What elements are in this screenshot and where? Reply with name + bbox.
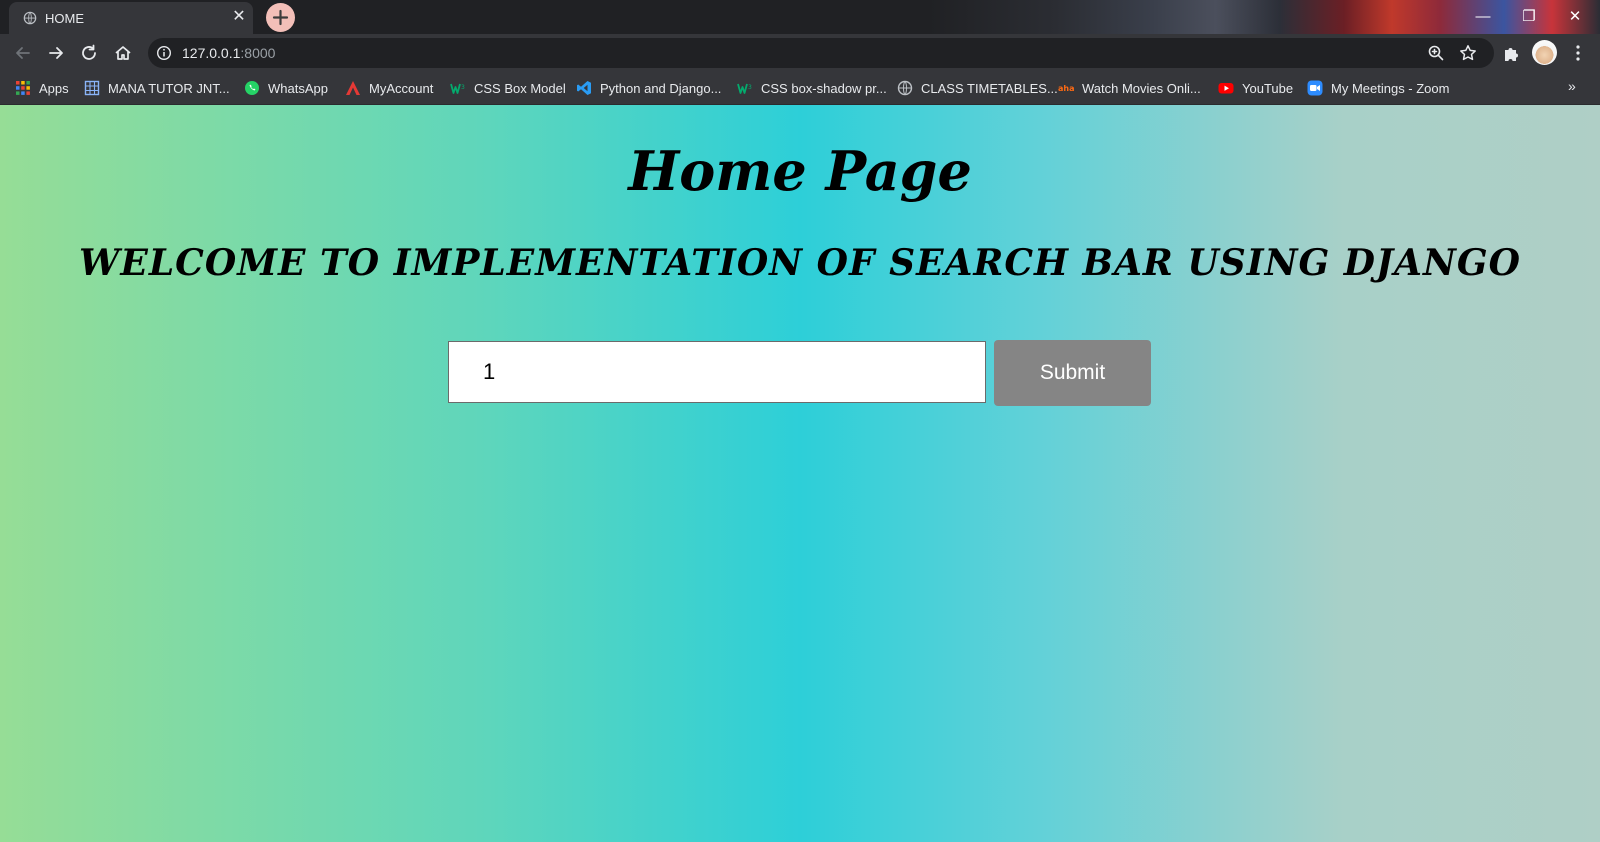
myaccount-icon: [346, 81, 360, 95]
browser-toolbar: 127.0.0.1:8000: [0, 34, 1600, 72]
whatsapp-icon: [245, 81, 259, 95]
avatar[interactable]: [1532, 40, 1557, 65]
info-icon[interactable]: [156, 45, 172, 61]
back-arrow-icon[interactable]: [12, 42, 34, 64]
bookmark-label: YouTube: [1242, 80, 1294, 96]
bookmark-label: Python and Django...: [600, 80, 722, 96]
menu-icon[interactable]: [1567, 42, 1589, 64]
forward-arrow-icon[interactable]: [45, 42, 67, 64]
apps-grid-icon: [16, 81, 30, 95]
url-host: 127.0.0.1: [182, 45, 241, 61]
more-bookmarks-button[interactable]: »: [1568, 78, 1576, 94]
bookmark-label: CLASS TIMETABLES...: [921, 80, 1058, 96]
url-text: 127.0.0.1:8000: [182, 45, 275, 61]
bookmark-label: My Meetings - Zoom: [1331, 80, 1450, 96]
page-body: Home Page WELCOME TO IMPLEMENTATION OF S…: [0, 105, 1600, 842]
aha-icon: aha: [1058, 84, 1074, 93]
home-icon[interactable]: [112, 42, 134, 64]
browser-titlebar: HOME ✕ — ❐ ✕: [0, 0, 1600, 34]
bookmark-class-timetables[interactable]: CLASS TIMETABLES...: [897, 79, 1058, 97]
bookmark-label: CSS box-shadow pr...: [761, 80, 887, 96]
reload-icon[interactable]: [78, 42, 100, 64]
bookmark-myaccount[interactable]: MyAccount: [345, 79, 433, 97]
bookmark-label: MANA TUTOR JNT...: [108, 80, 230, 96]
svg-text:3: 3: [748, 84, 752, 91]
extensions-icon[interactable]: [1500, 42, 1522, 64]
bookmark-youtube[interactable]: YouTube: [1218, 79, 1293, 97]
w3schools-icon: 3: [737, 83, 752, 94]
address-bar[interactable]: 127.0.0.1:8000: [148, 38, 1494, 68]
url-port: :8000: [240, 45, 276, 61]
bookmark-label: WhatsApp: [268, 80, 328, 96]
page-title: Home Page: [628, 139, 972, 203]
bookmark-css-box-shadow[interactable]: 3 CSS box-shadow pr...: [737, 79, 887, 97]
svg-text:3: 3: [461, 84, 465, 91]
submit-button[interactable]: Submit: [994, 340, 1151, 406]
restore-button[interactable]: ❐: [1506, 4, 1552, 30]
bookmark-label: Watch Movies Onli...: [1082, 80, 1201, 96]
globe-icon: [897, 80, 913, 96]
bookmark-whatsapp[interactable]: WhatsApp: [244, 79, 328, 97]
star-icon[interactable]: [1458, 43, 1478, 63]
plus-icon: [272, 9, 289, 26]
globe-icon: [23, 11, 37, 25]
bookmarks-bar: Apps MANA TUTOR JNT... WhatsApp MyAccoun…: [0, 72, 1600, 105]
bookmark-label: Apps: [39, 80, 69, 96]
w3schools-icon: 3: [450, 83, 465, 94]
browser-tab[interactable]: HOME ✕: [9, 2, 253, 34]
search-input[interactable]: [448, 341, 986, 403]
youtube-icon: [1218, 83, 1234, 94]
minimize-button[interactable]: —: [1460, 4, 1506, 30]
bookmark-python-django[interactable]: Python and Django...: [576, 79, 721, 97]
close-icon[interactable]: ✕: [231, 9, 247, 25]
zoom-icon: [1307, 80, 1323, 96]
bookmark-label: CSS Box Model: [474, 80, 566, 96]
window-close-button[interactable]: ✕: [1552, 4, 1598, 30]
welcome-heading: WELCOME TO IMPLEMENTATION OF SEARCH BAR …: [79, 242, 1521, 284]
zoom-icon[interactable]: [1426, 43, 1446, 63]
svg-text:aha: aha: [1058, 84, 1074, 93]
new-tab-button[interactable]: [266, 3, 295, 32]
bookmark-css-box-model[interactable]: 3 CSS Box Model: [450, 79, 566, 97]
bookmark-watch-movies[interactable]: aha Watch Movies Onli...: [1058, 79, 1201, 97]
bookmark-mana-tutor[interactable]: MANA TUTOR JNT...: [84, 79, 230, 97]
bookmark-apps[interactable]: Apps: [15, 79, 69, 97]
vscode-icon: [577, 81, 591, 95]
bookmark-label: MyAccount: [369, 80, 434, 96]
table-icon: [84, 80, 100, 96]
bookmark-zoom[interactable]: My Meetings - Zoom: [1307, 79, 1449, 97]
tab-title: HOME: [45, 11, 84, 26]
